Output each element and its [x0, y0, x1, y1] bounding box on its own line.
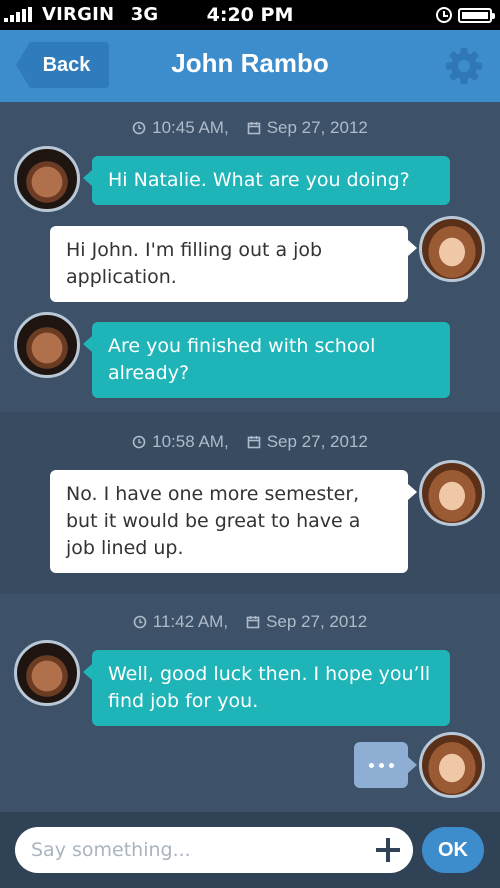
send-button[interactable]: OK — [422, 827, 484, 873]
timestamp: 10:45 AM, Sep 27, 2012 — [0, 118, 500, 138]
clock-icon — [132, 121, 146, 135]
plus-icon[interactable] — [374, 836, 402, 864]
gear-icon[interactable] — [442, 44, 486, 88]
timestamp: 11:42 AM, Sep 27, 2012 — [0, 612, 500, 632]
outgoing-message: No. I have one more semester, but it wou… — [50, 470, 417, 573]
user-avatar[interactable] — [419, 216, 485, 282]
user-avatar[interactable] — [419, 732, 485, 798]
timestamp: 10:58 AM, Sep 27, 2012 — [0, 432, 500, 452]
lock-rotation-icon — [436, 7, 452, 23]
clock-icon — [132, 435, 146, 449]
message-group: 10:45 AM, Sep 27, 2012 Hi Natalie. What … — [0, 102, 500, 412]
timestamp-time: 10:58 AM, — [152, 432, 229, 451]
status-bar: VIRGIN 3G 4:20 PM — [0, 0, 500, 30]
chat-thread[interactable]: 10:45 AM, Sep 27, 2012 Hi Natalie. What … — [0, 102, 500, 812]
clock-icon — [133, 615, 147, 629]
message-group: 10:58 AM, Sep 27, 2012 No. I have one mo… — [0, 412, 500, 594]
contact-avatar[interactable] — [14, 640, 80, 706]
incoming-message: Are you finished with school already? — [83, 322, 450, 398]
incoming-message: Well, good luck then. I hope you’ll find… — [83, 650, 450, 726]
timestamp-date: Sep 27, 2012 — [266, 432, 368, 451]
contact-avatar[interactable] — [14, 312, 80, 378]
contact-avatar[interactable] — [14, 146, 80, 212]
timestamp-time: 10:45 AM, — [152, 118, 229, 137]
outgoing-message: Hi John. I'm filling out a job applicati… — [50, 226, 417, 302]
battery-icon — [458, 8, 495, 23]
message-input[interactable] — [15, 827, 413, 873]
status-time: 4:20 PM — [206, 4, 294, 26]
timestamp-date: Sep 27, 2012 — [266, 612, 368, 631]
composer-bar: OK — [0, 812, 500, 888]
timestamp-time: 11:42 AM, — [152, 612, 229, 631]
timestamp-date: Sep 27, 2012 — [266, 118, 368, 137]
incoming-message: Hi Natalie. What are you doing? — [83, 156, 450, 205]
typing-dots-icon — [354, 742, 417, 788]
user-avatar[interactable] — [419, 460, 485, 526]
nav-bar: Back John Rambo — [0, 30, 500, 102]
calendar-icon — [246, 616, 260, 629]
calendar-icon — [247, 436, 261, 449]
calendar-icon — [247, 122, 261, 135]
conversation-title: John Rambo — [171, 48, 329, 78]
